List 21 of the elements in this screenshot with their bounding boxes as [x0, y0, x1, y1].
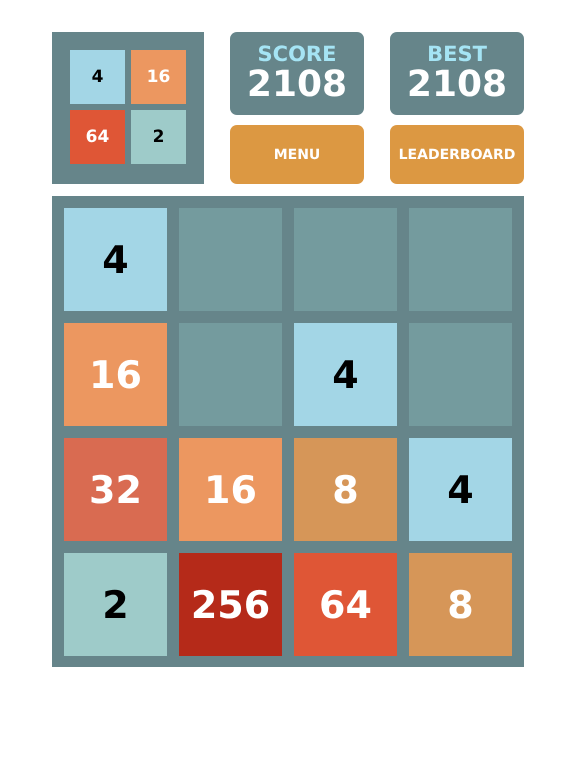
number-tile: 2 [64, 553, 167, 656]
best-label: BEST [427, 42, 487, 64]
number-tile: 8 [409, 553, 512, 656]
number-tile: 4 [409, 438, 512, 541]
score-value: 2108 [246, 64, 348, 104]
number-tile: 64 [294, 553, 397, 656]
number-tile: 4 [70, 50, 125, 104]
best-value: 2108 [406, 64, 508, 104]
score-label: SCORE [258, 42, 336, 64]
number-tile: 256 [179, 553, 282, 656]
menu-button[interactable]: MENU [230, 125, 364, 184]
number-tile: 2 [131, 110, 186, 164]
number-tile: 32 [64, 438, 167, 541]
leaderboard-button[interactable]: LEADERBOARD [390, 125, 524, 184]
number-tile: 16 [64, 323, 167, 426]
number-tile: 4 [294, 323, 397, 426]
number-tile: 16 [179, 438, 282, 541]
number-tile: 8 [294, 438, 397, 541]
number-tile: 16 [131, 50, 186, 104]
number-tile: 4 [64, 208, 167, 311]
number-tile: 64 [70, 110, 125, 164]
